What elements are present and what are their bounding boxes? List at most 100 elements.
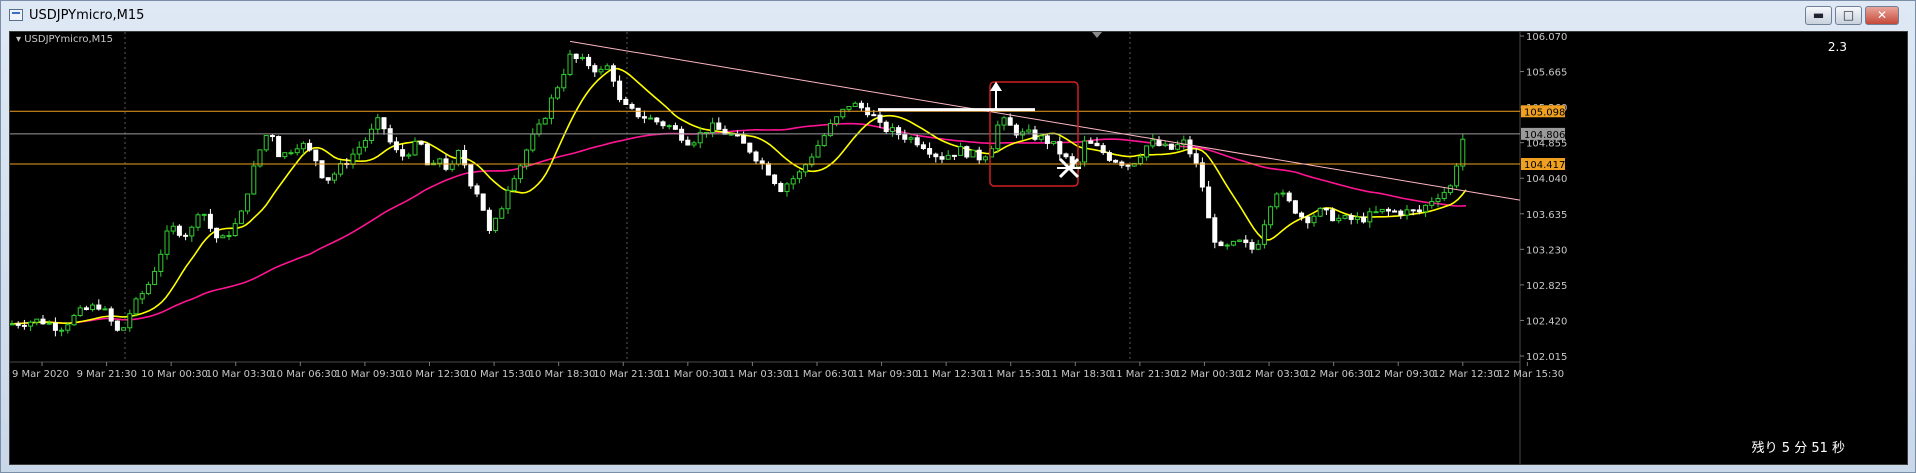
candle-body xyxy=(1330,209,1336,222)
candle-body xyxy=(555,87,561,99)
chart-canvas[interactable]: 106.070105.665105.260104.855104.040103.6… xyxy=(10,32,1907,464)
candle-body xyxy=(1150,139,1156,147)
candle-body xyxy=(52,322,58,331)
candle-body xyxy=(468,164,474,187)
candle-body xyxy=(170,225,176,232)
window-title: USDJPYmicro,M15 xyxy=(29,8,145,23)
candle-body xyxy=(245,193,251,212)
candle-body xyxy=(579,56,585,60)
candle-body xyxy=(15,323,21,326)
candle-body xyxy=(176,225,182,236)
candle-body xyxy=(567,53,573,75)
candle-body xyxy=(710,122,716,133)
candle-body xyxy=(300,142,306,150)
candle-body xyxy=(1224,244,1230,247)
candle-body xyxy=(1274,193,1280,208)
candle-body xyxy=(846,106,852,110)
candle-body xyxy=(34,318,40,323)
price-chart[interactable]: 106.070105.665105.260104.855104.040103.6… xyxy=(9,31,1908,465)
candle-body xyxy=(772,174,778,184)
candle-body xyxy=(121,327,127,331)
candle-body xyxy=(982,156,988,161)
candle-body xyxy=(933,153,939,158)
price-badge-label: 105.098 xyxy=(1524,107,1565,118)
candle-body xyxy=(1255,243,1261,250)
candle-body xyxy=(573,53,579,60)
candle-body xyxy=(1243,239,1249,244)
time-label: 12 Mar 03:30 xyxy=(1239,369,1306,380)
candle-body xyxy=(102,308,108,311)
candle-body xyxy=(474,185,480,195)
candle-body xyxy=(1100,145,1106,154)
candle-body xyxy=(1342,215,1348,219)
candle-body xyxy=(375,117,381,130)
candle-body xyxy=(114,320,120,331)
candle-body xyxy=(108,308,114,322)
candle-body xyxy=(604,65,610,70)
close-button[interactable]: ✕ xyxy=(1865,6,1899,25)
title-bar[interactable]: USDJPYmicro,M15 ▬ □ ✕ xyxy=(1,1,1915,31)
time-label: 12 Mar 12:30 xyxy=(1433,369,1500,380)
candle-body xyxy=(666,125,672,128)
candle-body xyxy=(1323,207,1329,211)
candle-body xyxy=(1082,140,1088,163)
candle-body xyxy=(803,164,809,173)
candle-body xyxy=(1026,129,1032,133)
time-label: 10 Mar 03:30 xyxy=(206,369,273,380)
candle-body xyxy=(877,114,883,123)
candle-body xyxy=(282,152,288,158)
candle-body xyxy=(505,189,511,210)
time-label: 10 Mar 09:30 xyxy=(335,369,402,380)
candle-body xyxy=(1038,135,1044,140)
spread-value: 2.3 xyxy=(1827,40,1847,54)
candle-body xyxy=(741,135,747,144)
candle-body xyxy=(871,114,877,117)
candle-body xyxy=(418,140,424,145)
candle-body xyxy=(493,217,499,231)
time-label: 11 Mar 21:30 xyxy=(1110,369,1177,380)
candle-body xyxy=(338,163,344,175)
candle-body xyxy=(1032,129,1038,140)
candle-body xyxy=(21,324,27,327)
chart-shift-marker xyxy=(1092,32,1102,38)
candle-body xyxy=(288,152,294,155)
candle-body xyxy=(152,270,158,285)
candle-body xyxy=(412,140,418,156)
candle-body xyxy=(1001,117,1007,126)
candle-body xyxy=(1354,216,1360,220)
candle-body xyxy=(437,158,443,164)
candle-body xyxy=(1416,209,1422,213)
price-label: 103.635 xyxy=(1526,210,1567,221)
candle-body xyxy=(1094,142,1100,147)
chart-window: USDJPYmicro,M15 ▬ □ ✕ 106.070 105.665 105.… xyxy=(0,0,1916,473)
time-label: 11 Mar 09:30 xyxy=(852,369,919,380)
price-badge-label: 104.806 xyxy=(1524,130,1565,141)
candle-body xyxy=(1193,153,1199,164)
time-label: 12 Mar 06:30 xyxy=(1304,369,1371,380)
minimize-button[interactable]: ▬ xyxy=(1805,6,1832,25)
candle-body xyxy=(1292,200,1298,214)
time-label: 11 Mar 12:30 xyxy=(916,369,983,380)
candle-body xyxy=(1373,211,1379,214)
candle-body xyxy=(1348,215,1354,220)
candle-body xyxy=(586,56,592,67)
candle-body xyxy=(1404,209,1410,216)
candle-body xyxy=(834,116,840,125)
price-badge-label: 104.417 xyxy=(1524,160,1565,171)
candle-body xyxy=(1175,144,1181,150)
price-label: 105.665 xyxy=(1526,68,1567,79)
candle-body xyxy=(1441,191,1447,199)
candle-body xyxy=(778,182,784,193)
candle-body xyxy=(269,135,275,138)
candle-body xyxy=(530,133,536,151)
candle-body xyxy=(214,227,220,239)
candle-body xyxy=(1137,156,1143,164)
candle-body xyxy=(1206,186,1212,219)
time-label: 11 Mar 06:30 xyxy=(787,369,854,380)
maximize-button[interactable]: □ xyxy=(1835,6,1862,25)
candle-body xyxy=(1162,143,1168,147)
candle-body xyxy=(424,143,430,166)
candle-body xyxy=(486,209,492,231)
candle-body xyxy=(294,148,300,154)
time-label: 10 Mar 18:30 xyxy=(529,369,596,380)
